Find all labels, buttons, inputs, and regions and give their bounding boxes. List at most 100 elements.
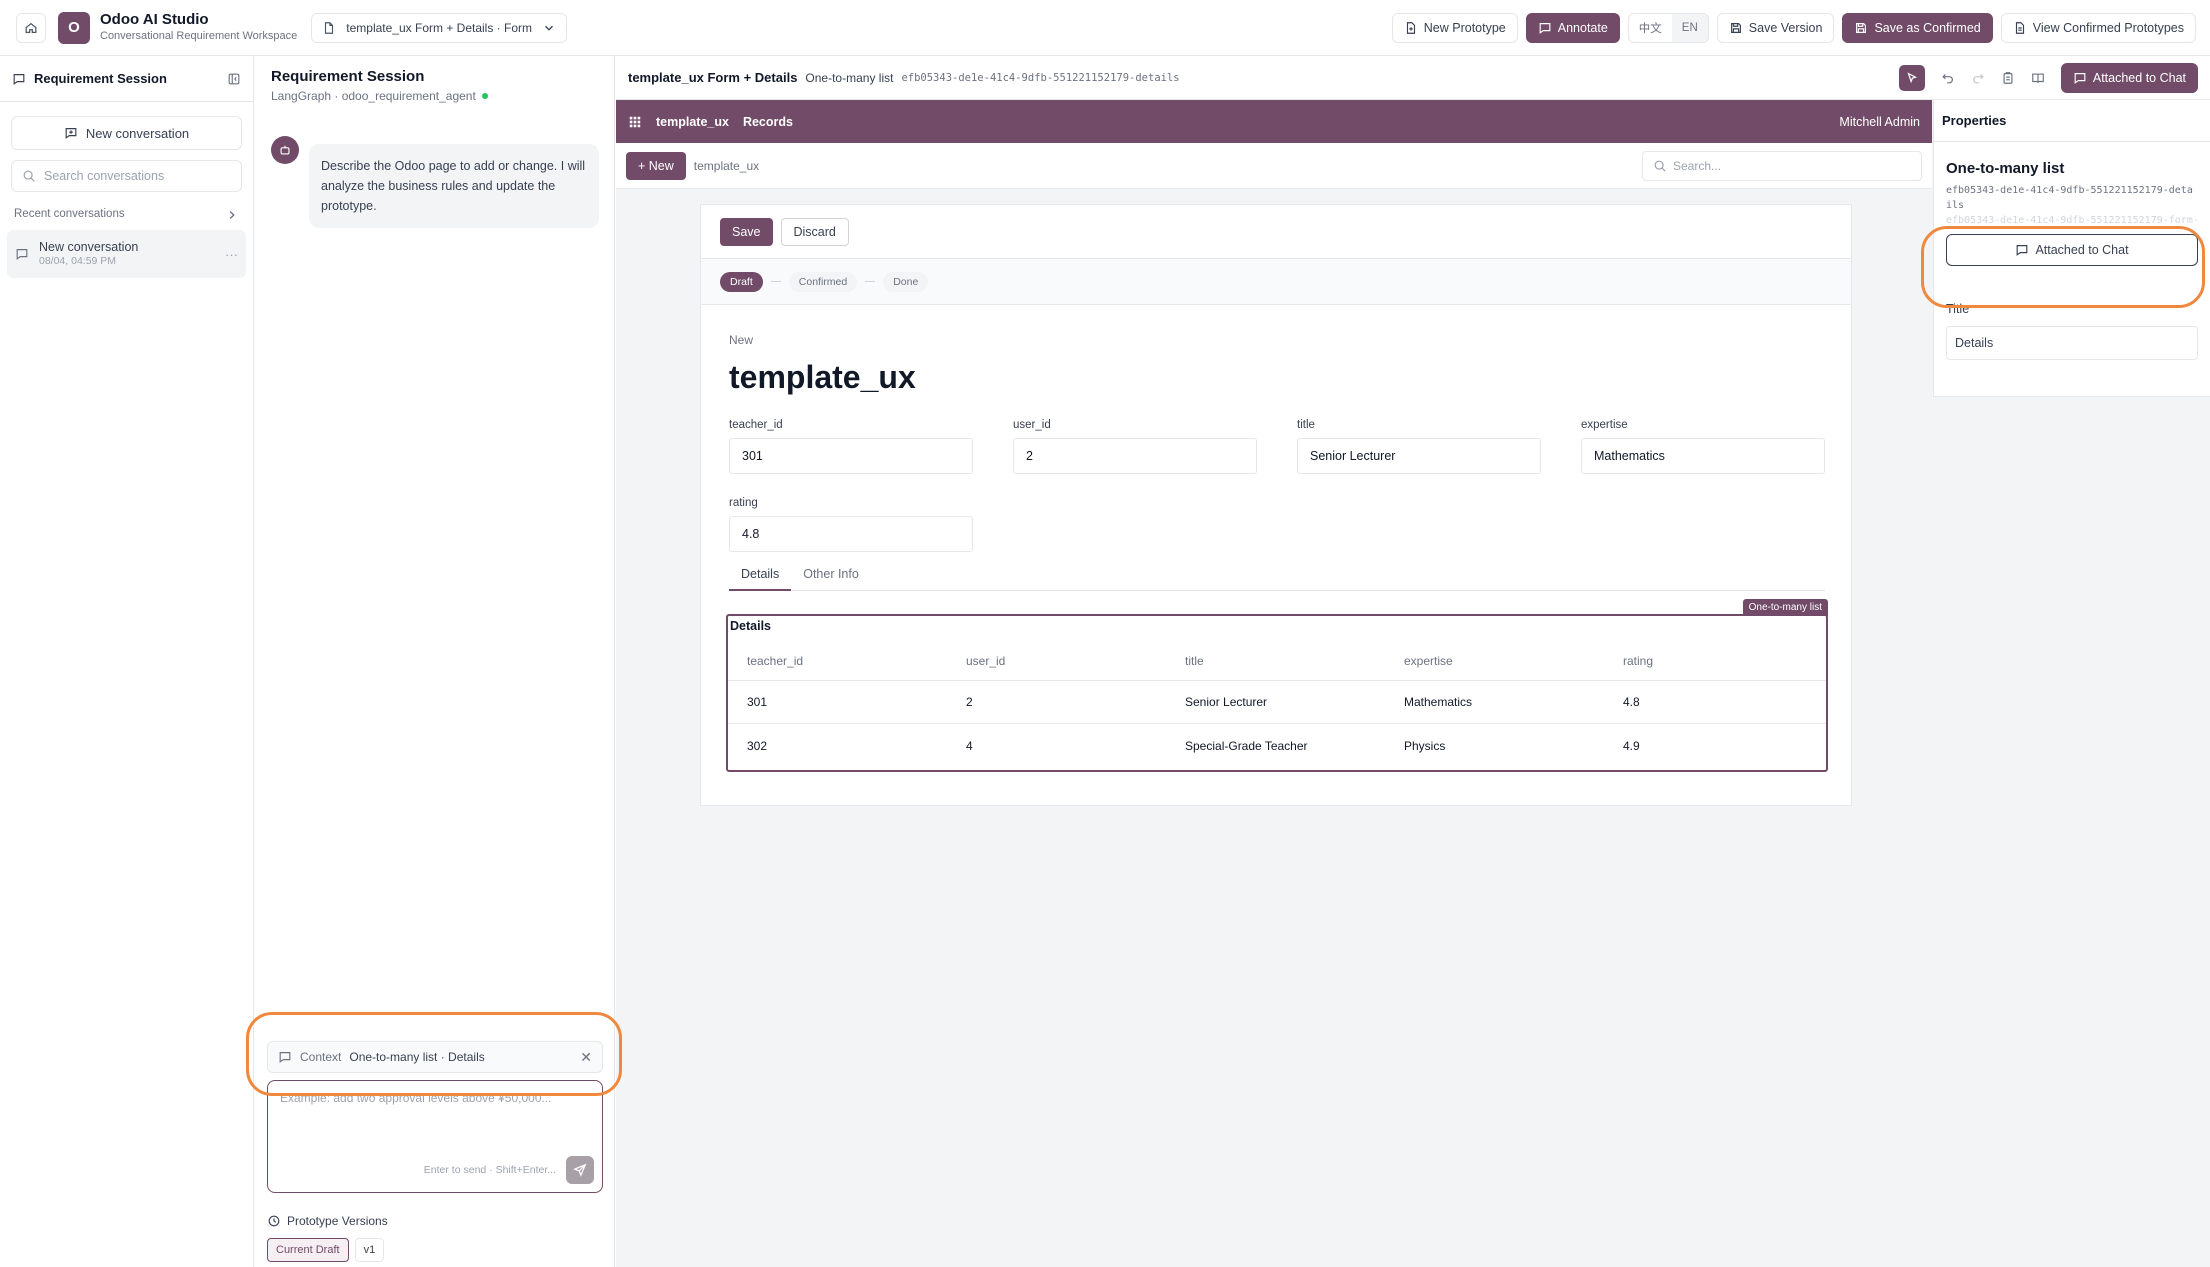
- chat-input[interactable]: Example: add two approval levels above ¥…: [267, 1080, 603, 1193]
- prototype-select-value: template_ux Form + Details · Form: [346, 20, 532, 35]
- save-as-confirmed-button[interactable]: Save as Confirmed: [1842, 13, 1993, 43]
- table-row[interactable]: 301 2 Senior Lecturer Mathematics 4.8: [728, 681, 1826, 724]
- attached-to-chat-label: Attached to Chat: [2092, 70, 2186, 85]
- column-header[interactable]: user_id: [947, 654, 1166, 668]
- rating-input[interactable]: 4.8: [729, 516, 973, 552]
- title-input[interactable]: Senior Lecturer: [1297, 438, 1541, 474]
- status-draft[interactable]: Draft: [720, 271, 763, 292]
- one-to-many-list[interactable]: One-to-many list Details teacher_id user…: [726, 599, 1828, 772]
- odoo-control-panel: + New template_ux Search...: [616, 143, 1932, 189]
- tab-other-info[interactable]: Other Info: [791, 567, 871, 591]
- more-options-icon[interactable]: ···: [225, 247, 238, 262]
- apps-grid-icon[interactable]: [628, 115, 642, 129]
- online-status-dot: [481, 93, 488, 99]
- canvas-header: template_ux Form + Details One-to-many l…: [616, 56, 2210, 100]
- send-button[interactable]: [566, 1156, 594, 1184]
- column-header[interactable]: expertise: [1385, 654, 1604, 668]
- selection-tag: One-to-many list: [1742, 599, 1828, 616]
- version-buttons: Current Draft v1: [267, 1238, 385, 1262]
- bot-avatar: [271, 136, 299, 164]
- new-chat-icon: [64, 126, 78, 140]
- tab-details[interactable]: Details: [729, 567, 792, 591]
- field-label: teacher_id: [729, 419, 783, 431]
- app-logo-letter: O: [68, 19, 80, 36]
- prototype-versions-header: Prototype Versions: [267, 1214, 388, 1228]
- odoo-discard-button[interactable]: Discard: [780, 217, 849, 246]
- comment-icon: [2073, 71, 2087, 85]
- undo-icon[interactable]: [1941, 71, 1955, 85]
- properties-header: Properties: [1934, 100, 2210, 142]
- odoo-save-button[interactable]: Save: [720, 217, 773, 246]
- assistant-message: Describe the Odoo page to add or change.…: [271, 136, 599, 228]
- field-label: title: [1297, 419, 1315, 431]
- status-confirmed[interactable]: Confirmed: [788, 271, 858, 292]
- column-header[interactable]: teacher_id: [728, 654, 947, 668]
- table-cell: Senior Lecturer: [1185, 695, 1268, 709]
- close-icon[interactable]: ✕: [580, 1049, 592, 1066]
- comment-icon: [278, 1050, 292, 1064]
- odoo-navbar: template_ux Records Mitchell Admin: [616, 100, 1932, 143]
- odoo-menu-records[interactable]: Records: [743, 115, 793, 129]
- document-icon: [2013, 21, 2027, 35]
- chat-icon: [15, 247, 29, 261]
- chat-icon: [12, 72, 26, 86]
- history-icon: [267, 1214, 281, 1228]
- book-icon[interactable]: [2031, 71, 2045, 85]
- app-logo: O: [58, 11, 90, 44]
- properties-attached-button[interactable]: Attached to Chat: [1946, 234, 2198, 266]
- search-conversations-input[interactable]: Search conversations: [11, 160, 242, 192]
- table-cell: 4.9: [1623, 738, 1640, 753]
- odoo-breadcrumb[interactable]: template_ux: [694, 159, 759, 173]
- search-placeholder: Search conversations: [44, 169, 165, 183]
- comment-icon: [1538, 21, 1552, 35]
- clipboard-icon[interactable]: [2001, 71, 2015, 85]
- new-conversation-button[interactable]: New conversation: [11, 116, 242, 150]
- properties-title-label: Title: [1946, 302, 1970, 316]
- recent-conversations-header[interactable]: Recent conversations: [14, 208, 239, 222]
- conversation-item[interactable]: New conversation 08/04, 04:59 PM ···: [7, 230, 246, 278]
- teacher-id-input[interactable]: 301: [729, 438, 973, 474]
- form-buttons: Save Discard: [701, 205, 1851, 259]
- save-version-button[interactable]: Save Version: [1716, 13, 1835, 43]
- odoo-search-input[interactable]: Search...: [1642, 150, 1922, 181]
- prototype-select[interactable]: template_ux Form + Details · Form: [311, 12, 568, 43]
- user-id-input[interactable]: 2: [1013, 438, 1257, 474]
- chevron-down-icon: [542, 21, 556, 35]
- select-tool-button[interactable]: [1898, 64, 1925, 91]
- app-subtitle: Conversational Requirement Workspace: [100, 30, 298, 42]
- table-row[interactable]: 302 4 Special-Grade Teacher Physics 4.9: [728, 724, 1826, 767]
- properties-title-input[interactable]: Details: [1946, 326, 2198, 360]
- odoo-app-name[interactable]: template_ux: [656, 115, 729, 129]
- brand: Odoo AI Studio Conversational Requiremen…: [100, 11, 297, 44]
- odoo-user[interactable]: Mitchell Admin: [1839, 115, 1920, 129]
- app-title: Odoo AI Studio: [100, 11, 209, 29]
- collapse-sidebar-icon[interactable]: [227, 72, 241, 86]
- version-current-draft[interactable]: Current Draft: [267, 1238, 349, 1262]
- sidebar-title: Requirement Session: [34, 71, 167, 86]
- expertise-input[interactable]: Mathematics: [1581, 438, 1825, 474]
- lang-zh-option[interactable]: 中文: [1629, 14, 1672, 42]
- field-title: title Senior Lecturer: [1297, 419, 1541, 474]
- status-done[interactable]: Done: [883, 271, 929, 292]
- conversation-title: New conversation: [39, 240, 139, 255]
- column-header[interactable]: title: [1166, 654, 1385, 668]
- column-header[interactable]: rating: [1604, 654, 1823, 668]
- annotate-button[interactable]: Annotate: [1525, 13, 1620, 43]
- one-to-many-title: Details: [730, 619, 771, 633]
- conversation-time: 08/04, 04:59 PM: [39, 255, 117, 268]
- redo-icon[interactable]: [1971, 71, 1985, 85]
- odoo-new-button[interactable]: + New: [626, 151, 686, 180]
- view-confirmed-button[interactable]: View Confirmed Prototypes: [2000, 13, 2196, 43]
- new-prototype-button[interactable]: New Prototype: [1391, 13, 1518, 43]
- version-v1[interactable]: v1: [354, 1238, 385, 1262]
- lang-en-option[interactable]: EN: [1671, 14, 1708, 42]
- attached-to-chat-button[interactable]: Attached to Chat: [2060, 62, 2198, 93]
- notebook-tabs: Details Other Info: [729, 567, 1825, 591]
- save-icon: [1854, 21, 1868, 35]
- context-label: Context: [300, 1050, 342, 1064]
- chat-header: Requirement Session LangGraph · odoo_req…: [255, 56, 614, 103]
- search-icon: [22, 169, 36, 183]
- home-button[interactable]: [16, 12, 46, 43]
- properties-element-name: One-to-many list: [1946, 160, 2065, 177]
- table-header-row: teacher_id user_id title expertise ratin…: [728, 642, 1826, 681]
